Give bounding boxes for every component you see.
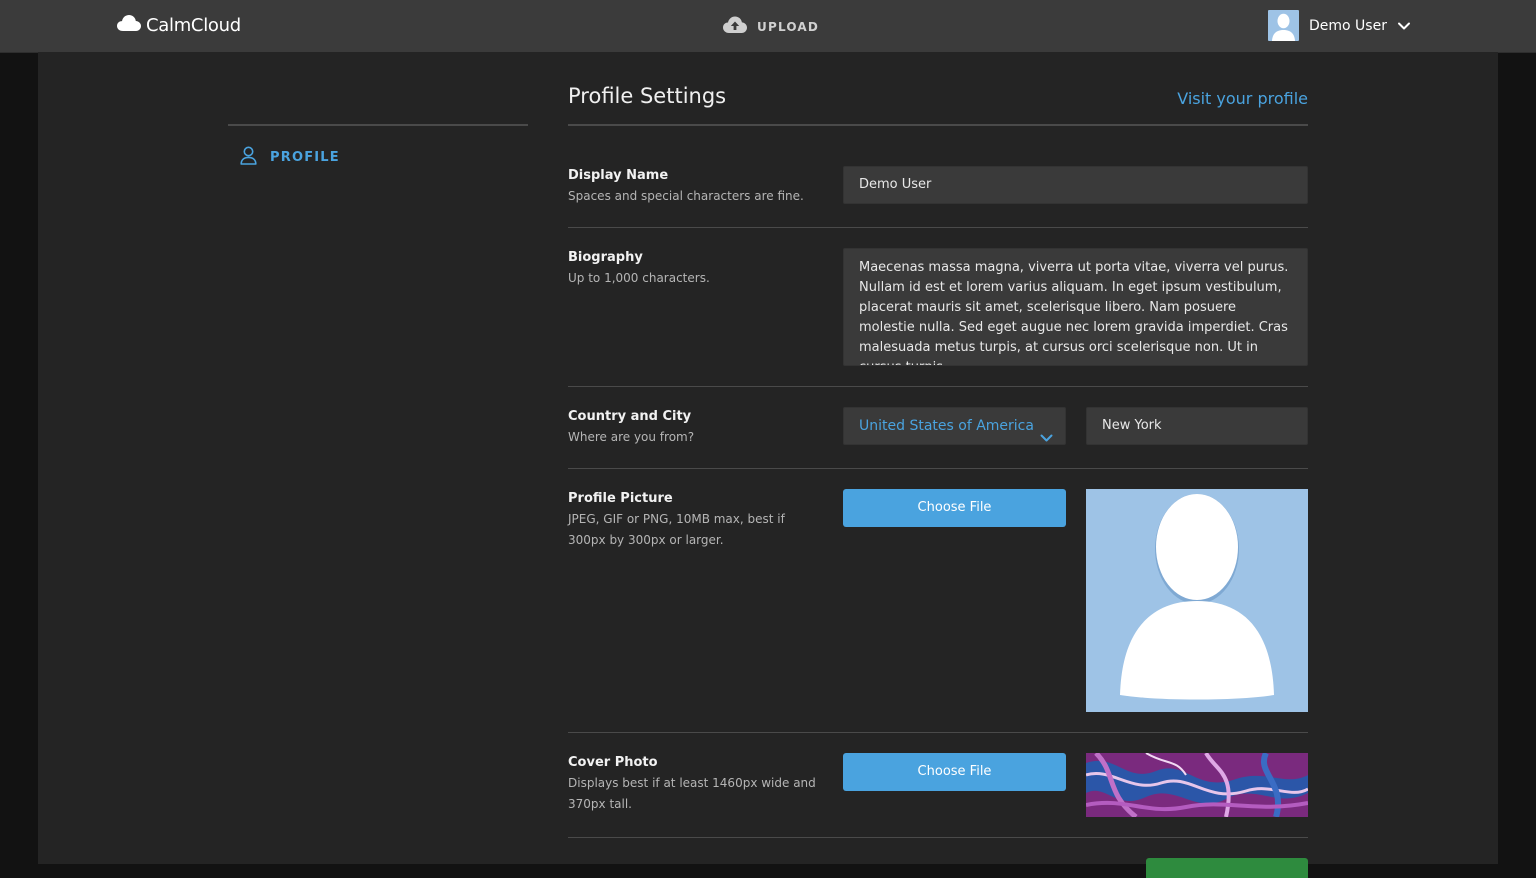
display-name-label: Display Name <box>568 168 669 183</box>
sidebar-divider <box>228 124 528 126</box>
app-logo[interactable]: CalmCloud <box>117 14 241 36</box>
user-name: Demo User <box>1309 17 1387 34</box>
cover-photo-preview <box>1086 753 1308 817</box>
profile-picture-label: Profile Picture <box>568 491 673 506</box>
user-menu[interactable]: Demo User <box>1268 10 1411 41</box>
cover-photo-hint: Displays best if at least 1460px wide an… <box>568 776 816 811</box>
row-divider <box>568 227 1308 228</box>
sidebar-item-profile[interactable]: PROFILE <box>240 146 340 169</box>
visit-profile-link[interactable]: Visit your profile <box>1177 89 1308 108</box>
biography-hint: Up to 1,000 characters. <box>568 271 710 285</box>
row-divider <box>568 837 1308 838</box>
row-divider <box>568 468 1308 469</box>
city-field[interactable]: New York <box>1086 407 1308 445</box>
profile-picture-hint: JPEG, GIF or PNG, 10MB max, best if 300p… <box>568 512 785 547</box>
app-name: CalmCloud <box>146 14 241 36</box>
cloud-icon <box>117 14 141 36</box>
biography-label: Biography <box>568 250 643 265</box>
cover-photo-label: Cover Photo <box>568 755 658 770</box>
country-value: United States of America <box>859 418 1034 434</box>
display-name-field[interactable]: Demo User <box>843 166 1308 204</box>
upload-label: UPLOAD <box>757 20 820 34</box>
upload-button[interactable]: UPLOAD <box>723 15 819 39</box>
row-divider <box>568 732 1308 733</box>
location-hint: Where are you from? <box>568 430 695 444</box>
display-name-hint: Spaces and special characters are fine. <box>568 189 804 203</box>
choose-cover-photo-button[interactable]: Choose File <box>843 753 1066 791</box>
page-title: Profile Settings <box>568 84 727 108</box>
choose-profile-picture-button[interactable]: Choose File <box>843 489 1066 527</box>
top-navigation-bar: CalmCloud UPLOAD Demo User <box>0 0 1536 53</box>
cloud-upload-icon <box>723 15 747 39</box>
save-button[interactable] <box>1146 858 1308 878</box>
title-divider <box>568 124 1308 126</box>
user-icon <box>240 146 257 169</box>
profile-picture-preview <box>1086 489 1308 712</box>
avatar <box>1268 10 1299 41</box>
location-label: Country and City <box>568 409 692 424</box>
chevron-down-icon <box>1397 16 1411 35</box>
row-divider <box>568 386 1308 387</box>
chevron-down-icon <box>1040 421 1053 457</box>
sidebar-item-label: PROFILE <box>270 150 340 165</box>
country-select[interactable]: United States of America <box>843 407 1066 445</box>
biography-textarea[interactable]: Maecenas massa magna, viverra ut porta v… <box>843 248 1308 366</box>
